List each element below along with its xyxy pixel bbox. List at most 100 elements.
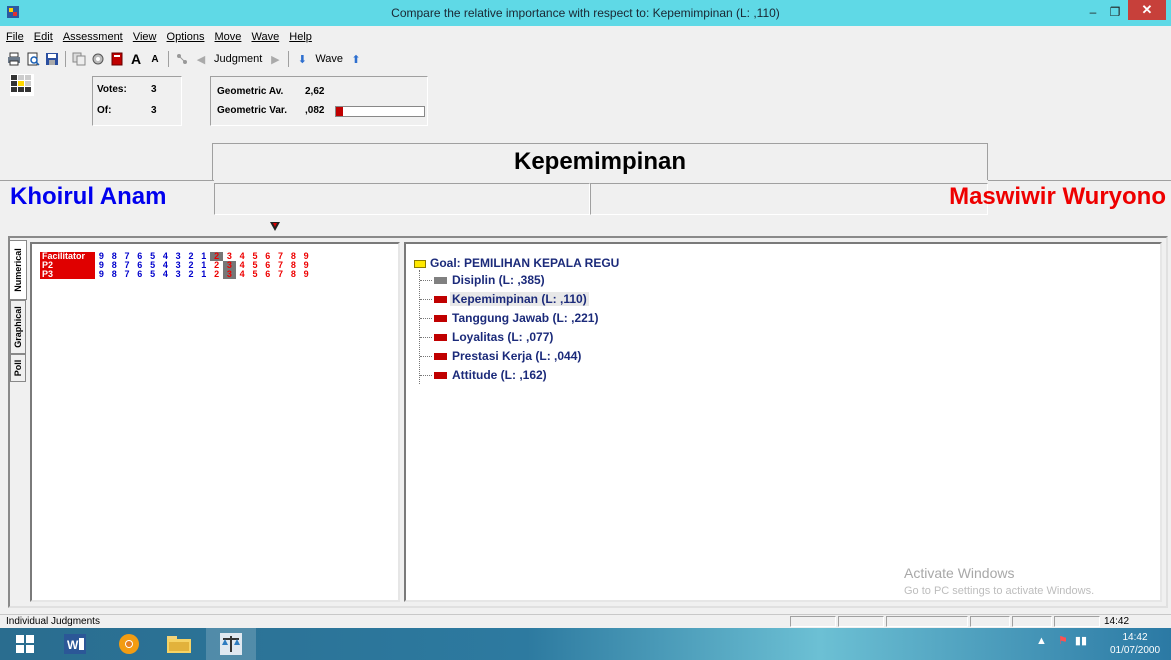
- comparison-bar-right: [590, 183, 988, 215]
- tree-node[interactable]: Loyalitas (L: ,077): [420, 329, 555, 345]
- taskbar-explorer[interactable]: [154, 628, 204, 660]
- node-label: Attitude (L: ,162): [452, 368, 547, 382]
- minimize-button[interactable]: –: [1082, 1, 1104, 23]
- menu-bar: File Edit Assessment View Options Move W…: [0, 29, 1171, 47]
- tree-node[interactable]: Tanggung Jawab (L: ,221): [420, 310, 600, 326]
- browser-icon: [119, 634, 139, 654]
- votes-value: 3: [151, 84, 157, 95]
- divider: [988, 180, 1171, 181]
- font-smaller-icon[interactable]: A: [147, 51, 163, 67]
- judgment-cell[interactable]: 9: [95, 270, 108, 279]
- tray-expand-icon[interactable]: ▲: [1036, 635, 1047, 647]
- font-larger-icon[interactable]: A: [128, 51, 144, 67]
- judgment-row[interactable]: P3 9 8 7 6 5 4 3 2 1 2 3 4 5 6 7 8 9: [40, 270, 313, 279]
- view-tabs: Numerical Graphical Poll: [8, 240, 28, 602]
- judgment-cell[interactable]: 6: [261, 270, 274, 279]
- judgment-cell[interactable]: 5: [249, 270, 262, 279]
- taskbar-expert-choice[interactable]: [206, 628, 256, 660]
- tree-node[interactable]: Kepemimpinan (L: ,110): [420, 291, 589, 307]
- folder-icon: [167, 636, 191, 653]
- judgment-cell[interactable]: 3: [222, 270, 236, 279]
- judgment-label[interactable]: Judgment: [212, 53, 264, 65]
- judgments-panel: Facilitator 9 8 7 6 5 4 3 2 1 2 3 4 5 6 7 8 9 P2 9 8 7 6 5 4 3 2 1 2…: [30, 242, 400, 602]
- left-arrow-icon[interactable]: ◀: [193, 51, 209, 67]
- tree-node[interactable]: Prestasi Kerja (L: ,044): [420, 348, 583, 364]
- menu-file[interactable]: File: [0, 29, 27, 43]
- judgment-cell[interactable]: 2: [210, 270, 223, 279]
- judgment-cell[interactable]: 6: [133, 270, 146, 279]
- status-cell: [1054, 616, 1100, 627]
- save-icon[interactable]: [44, 51, 60, 67]
- judgment-cell[interactable]: 8: [287, 270, 300, 279]
- judgment-cell[interactable]: 9: [300, 270, 313, 279]
- clock-time: 14:42: [1122, 632, 1148, 643]
- tree-node[interactable]: Disiplin (L: ,385): [420, 272, 547, 288]
- judgment-cell[interactable]: 7: [274, 270, 287, 279]
- flag-icon[interactable]: ⚑: [1058, 635, 1068, 647]
- grid-icon[interactable]: [10, 74, 34, 96]
- taskbar-chrome[interactable]: [104, 628, 154, 660]
- start-button[interactable]: [0, 628, 50, 660]
- tab-graphical[interactable]: Graphical: [10, 300, 26, 354]
- status-cell: [838, 616, 884, 627]
- judgment-cell[interactable]: 3: [172, 270, 185, 279]
- right-arrow-icon[interactable]: ▶: [267, 51, 283, 67]
- judgment-cell[interactable]: 4: [159, 270, 172, 279]
- menu-options[interactable]: Options: [163, 29, 208, 43]
- tree-connector: [420, 374, 432, 376]
- judgment-cell[interactable]: 4: [236, 270, 249, 279]
- taskbar: W ▲ ⚑ ▮▮ 14:42 01/07/2000: [0, 628, 1171, 660]
- comparison-bar-left: [214, 183, 590, 215]
- tree-goal[interactable]: Goal: PEMILIHAN KEPALA REGU: [430, 256, 619, 270]
- window-title: Compare the relative importance with res…: [391, 6, 780, 20]
- geometric-av-label: Geometric Av.: [217, 86, 284, 97]
- wave-label[interactable]: Wave: [313, 53, 345, 65]
- tab-numerical[interactable]: Numerical: [9, 240, 27, 300]
- tab-poll[interactable]: Poll: [10, 354, 26, 382]
- close-button[interactable]: ✕: [1128, 0, 1166, 20]
- judgment-cell[interactable]: 1: [197, 270, 210, 279]
- up-arrow-icon[interactable]: ⬆: [348, 51, 364, 67]
- network-icon[interactable]: ▮▮: [1075, 635, 1087, 647]
- judgment-cell[interactable]: 8: [108, 270, 121, 279]
- judgment-cell[interactable]: 7: [121, 270, 134, 279]
- print-icon[interactable]: [6, 51, 22, 67]
- calculator-icon[interactable]: [109, 51, 125, 67]
- node-label: Kepemimpinan (L: ,110): [450, 292, 589, 306]
- participant-name: P3: [40, 270, 95, 279]
- of-value: 3: [151, 105, 157, 116]
- windows-icon: [16, 635, 34, 653]
- hierarchy-icon[interactable]: [174, 51, 190, 67]
- toolbar-separator: [288, 51, 290, 67]
- votes-label: Votes:: [97, 84, 127, 95]
- menu-wave[interactable]: Wave: [247, 29, 282, 43]
- judgment-cell[interactable]: 5: [146, 270, 159, 279]
- menu-assessment[interactable]: Assessment: [59, 29, 126, 43]
- judgment-cell[interactable]: 2: [185, 270, 198, 279]
- tree-connector: [420, 317, 432, 319]
- svg-text:W: W: [67, 638, 79, 652]
- settings-icon[interactable]: [90, 51, 106, 67]
- taskbar-clock[interactable]: 14:42 01/07/2000: [1102, 631, 1168, 657]
- node-icon: [434, 295, 447, 303]
- taskbar-word[interactable]: W: [50, 628, 100, 660]
- down-arrow-icon[interactable]: ⬇: [294, 51, 310, 67]
- tree-connector: [420, 279, 432, 281]
- menu-move[interactable]: Move: [211, 29, 245, 43]
- word-icon: W: [64, 634, 86, 654]
- menu-edit[interactable]: Edit: [30, 29, 56, 43]
- maximize-button[interactable]: ❐: [1104, 1, 1126, 23]
- tree-connector: [420, 336, 432, 338]
- hierarchy-tree: Goal: PEMILIHAN KEPALA REGU Disiplin (L:…: [404, 242, 1162, 602]
- node-icon: [434, 371, 447, 379]
- menu-view[interactable]: View: [129, 29, 160, 43]
- clock-date: 01/07/2000: [1109, 645, 1161, 656]
- copy-icon[interactable]: [71, 51, 87, 67]
- activation-watermark: Activate Windows: [904, 565, 1015, 581]
- tree-node[interactable]: Attitude (L: ,162): [420, 367, 549, 383]
- goal-icon: [414, 260, 426, 268]
- system-tray: ▲ ⚑ ▮▮: [1036, 634, 1087, 647]
- print-preview-icon[interactable]: [25, 51, 41, 67]
- menu-help[interactable]: Help: [285, 29, 315, 43]
- left-alternative: Khoirul Anam: [10, 183, 167, 210]
